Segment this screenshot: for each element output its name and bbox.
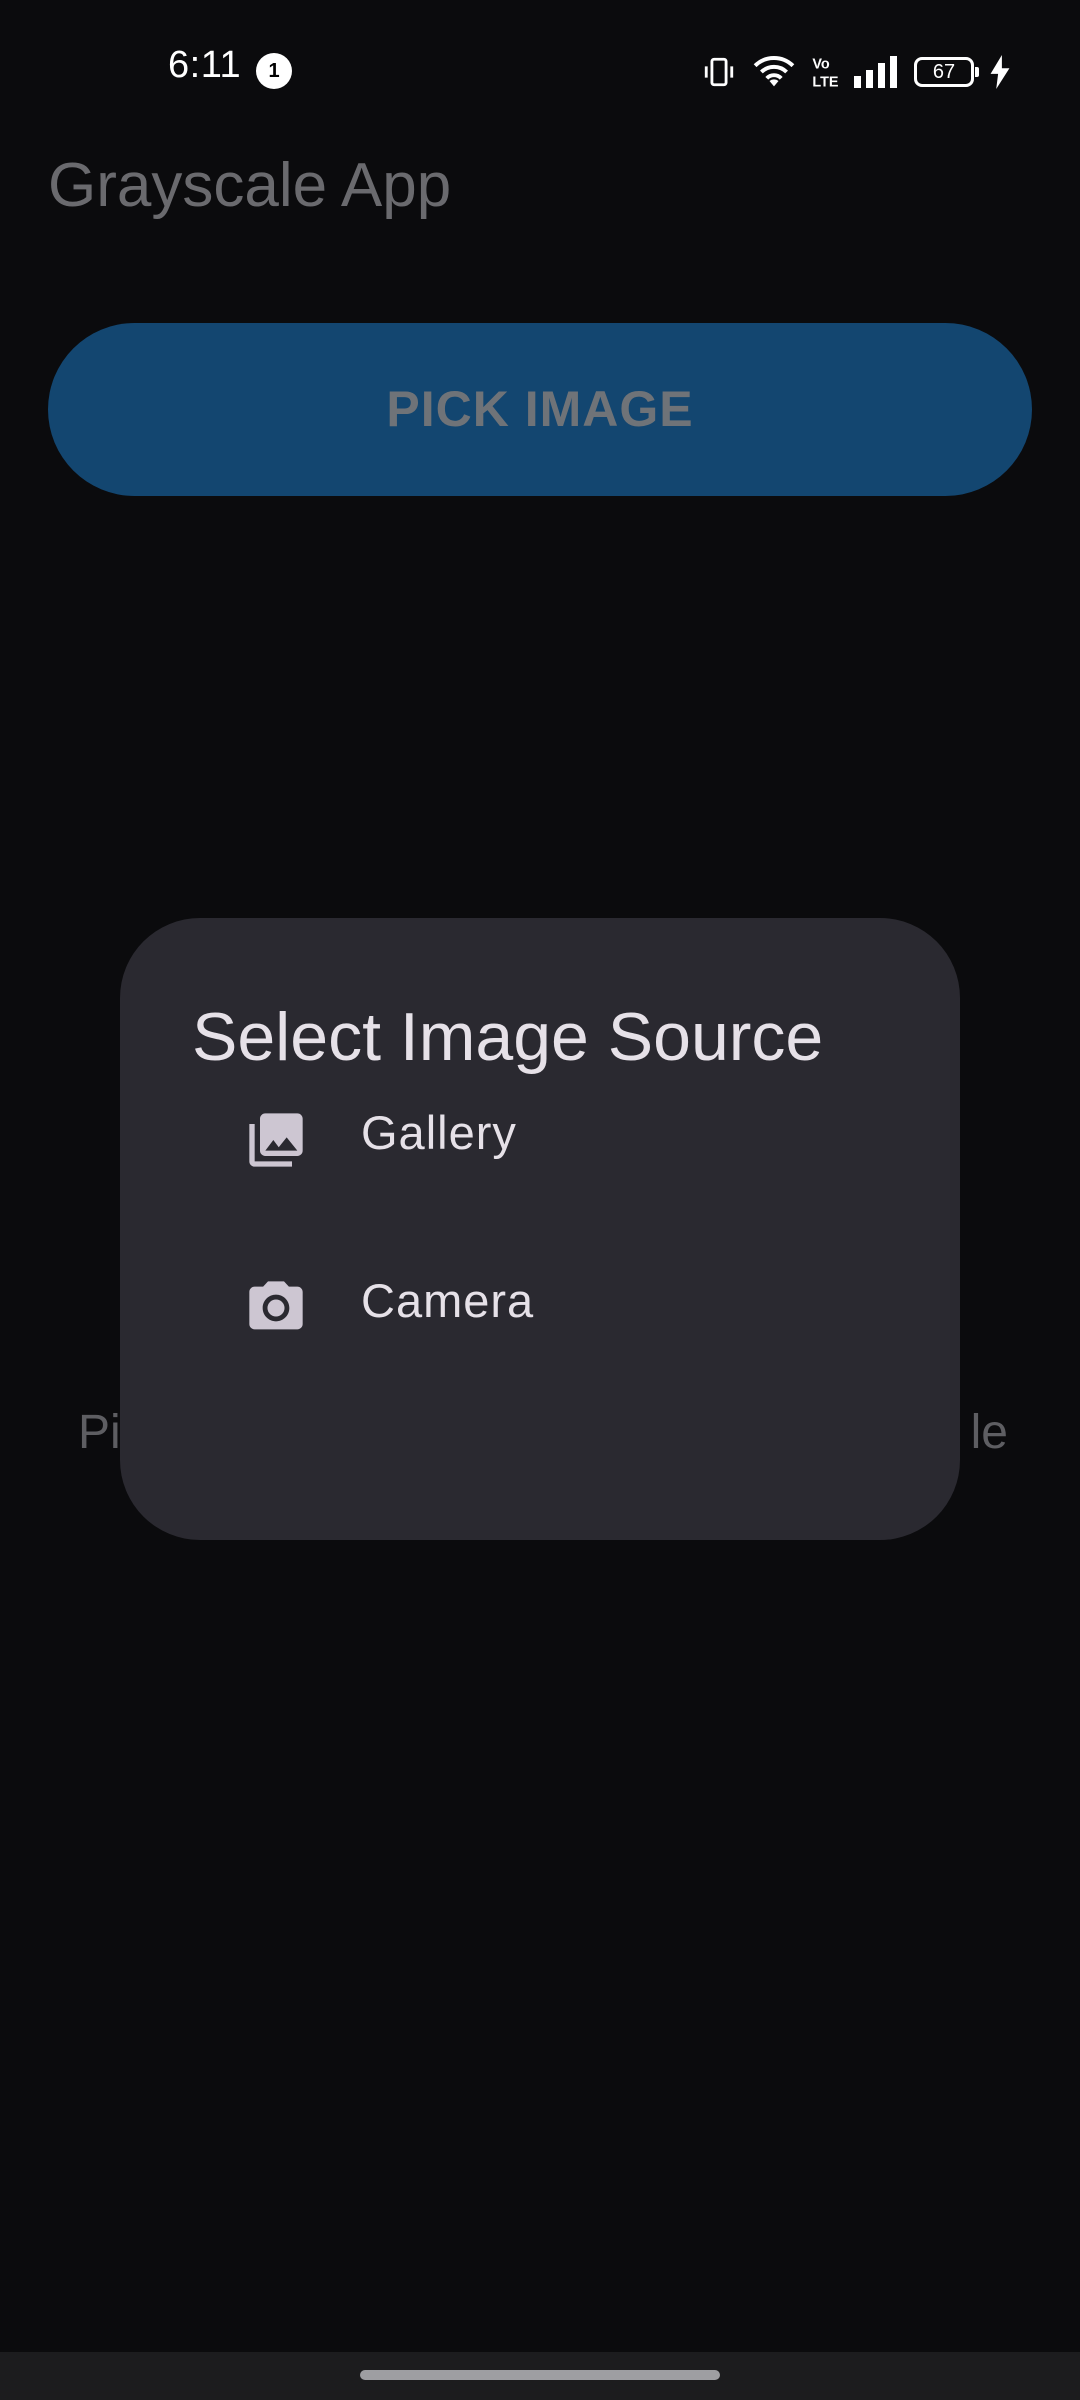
vibrate-icon [702,55,736,89]
gallery-option-label: Gallery [361,1106,517,1159]
status-time: 6:11 [168,44,242,86]
app-title: Grayscale App [48,151,452,220]
home-gesture-handle[interactable] [360,2370,720,2380]
pick-image-button[interactable]: PICK IMAGE [48,323,1032,496]
app-screen: 6:11 1 Vo LTE 67 Grayscale App PICK IMAGE… [0,0,1080,2400]
battery-icon: 67 [914,57,979,87]
camera-option-label: Camera [361,1274,535,1327]
gallery-icon [244,1108,308,1172]
hint-text-left: Pi [78,1406,121,1459]
svg-text:LTE: LTE [812,74,838,90]
volte-icon: Vo LTE [812,54,838,90]
wifi-icon [752,54,796,90]
status-bar: 6:11 1 Vo LTE 67 [0,0,1080,140]
signal-icon [854,56,898,88]
camera-option[interactable]: Camera [120,1226,960,1376]
image-source-dialog: Select Image Source Gallery Camera [120,918,960,1540]
status-icons: Vo LTE 67 [702,48,1010,96]
charging-icon [990,55,1010,89]
svg-text:Vo: Vo [812,56,830,72]
navigation-bar [0,2352,1080,2400]
gallery-option[interactable]: Gallery [120,1058,960,1208]
camera-icon [244,1276,308,1340]
notification-badge: 1 [256,53,292,89]
hint-text-right: le [970,1406,1008,1459]
